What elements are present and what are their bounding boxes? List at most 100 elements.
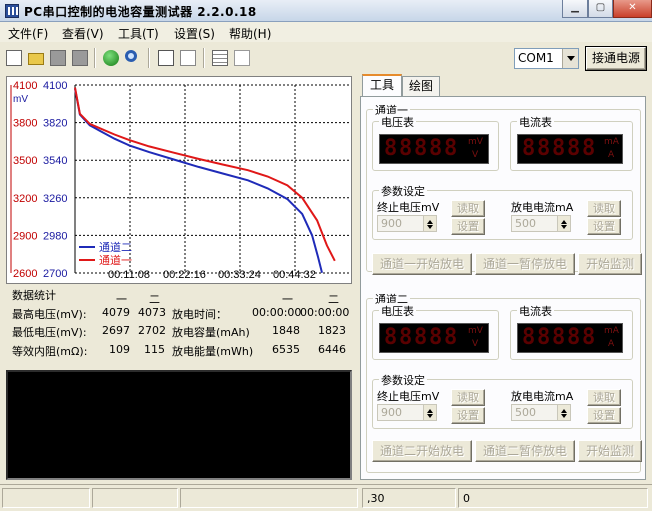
- log-console[interactable]: [6, 370, 352, 480]
- stats-panel: 数据统计 一 二 一 二 最高电压(mV): 4079 4073 放电时间： 0…: [6, 286, 352, 366]
- channel1-voltmeter: 电压表 888 88 mV V: [372, 114, 499, 171]
- discharge-current-input[interactable]: 500: [511, 404, 571, 421]
- chart-bars-icon[interactable]: [231, 47, 253, 69]
- series-line-1: [74, 87, 336, 262]
- spinner-icon[interactable]: [557, 216, 570, 231]
- tab-strip: 工具 绘图: [360, 74, 646, 96]
- read-current-button[interactable]: 读取: [587, 200, 621, 217]
- menu-view[interactable]: 查看(V): [62, 25, 104, 42]
- y-left-tick-5: 2600: [13, 268, 37, 280]
- energy-2: 6446: [318, 343, 346, 356]
- search-icon[interactable]: [122, 47, 144, 69]
- current-display: 888 88 mA A: [517, 134, 623, 164]
- status-field-3: ,30: [362, 488, 456, 508]
- tab-plot[interactable]: 绘图: [402, 76, 440, 96]
- spinner-icon[interactable]: [423, 405, 436, 420]
- set-cutoff-button[interactable]: 设置: [451, 407, 485, 424]
- channel2-params: 参数设定 终止电压mV 900 读取 设置 放电电流mA 500 读取 设置: [372, 372, 633, 429]
- min-voltage-label: 最低电压(mV):: [12, 326, 87, 339]
- cutoff-voltage-label: 终止电压mV: [377, 201, 440, 214]
- y-right-tick-2: 3540: [43, 155, 67, 167]
- stats-col-1: 一: [116, 293, 127, 306]
- spinner-icon[interactable]: [557, 405, 570, 420]
- y-left-tick-1: 3800: [13, 118, 37, 130]
- discharge-chart: 4100 3800 3500 3200 2900 2600 4100 3820 3540 3260…: [6, 76, 352, 284]
- current-unit-a: A: [608, 150, 615, 160]
- stats-col-2b: 二: [328, 293, 339, 306]
- menu-tools[interactable]: 工具(T): [118, 25, 159, 42]
- resistance-label: 等效内阻(mΩ):: [12, 345, 88, 358]
- voltage-unit-v: V: [472, 150, 479, 160]
- read-cutoff-button[interactable]: 读取: [451, 200, 485, 217]
- chart-wave-icon[interactable]: [177, 47, 199, 69]
- maximize-button[interactable]: ▢: [588, 0, 613, 18]
- cutoff-voltage-input[interactable]: 900: [377, 404, 437, 421]
- menu-settings[interactable]: 设置(S): [174, 25, 215, 42]
- menu-file[interactable]: 文件(F): [8, 25, 48, 42]
- x-tick-2: 00:33:24: [218, 269, 261, 281]
- channel1-monitor-button[interactable]: 开始监测: [578, 253, 642, 275]
- stats-col-2: 二: [149, 293, 160, 306]
- channel2-start-button[interactable]: 通道二开始放电: [372, 440, 472, 462]
- set-current-button[interactable]: 设置: [587, 218, 621, 235]
- params-label: 参数设定: [379, 372, 427, 388]
- set-cutoff-button[interactable]: 设置: [451, 218, 485, 235]
- channel1-start-button[interactable]: 通道一开始放电: [372, 253, 472, 275]
- channel2-pause-button[interactable]: 通道二暂停放电: [475, 440, 575, 462]
- status-field-4: 0: [458, 488, 648, 508]
- close-button[interactable]: ✕: [613, 0, 652, 18]
- connect-power-button[interactable]: 接通电源: [585, 46, 647, 71]
- tools-panel: 通道一 电压表 888 88 mV V 电流表 888 88 mA A 参数设定…: [360, 96, 646, 480]
- x-tick-0: 00:11:08: [108, 269, 150, 281]
- legend-label-1: 通道一: [99, 253, 132, 267]
- status-field-1: [2, 488, 90, 508]
- voltage-unit-mv: mV: [468, 326, 483, 336]
- voltmeter-label: 电压表: [379, 114, 416, 130]
- minimize-button[interactable]: ▁: [562, 0, 588, 18]
- voltage-unit-mv: mV: [468, 137, 483, 147]
- spinner-icon[interactable]: [423, 216, 436, 231]
- voltmeter-label: 电压表: [379, 303, 416, 319]
- read-cutoff-button[interactable]: 读取: [451, 389, 485, 406]
- new-file-icon[interactable]: [3, 47, 25, 69]
- voltage-unit-v: V: [472, 339, 479, 349]
- com-port-select[interactable]: COM1: [514, 48, 579, 69]
- y-right-tick-0: 4100: [43, 80, 67, 92]
- resistance-2: 115: [144, 343, 165, 356]
- tab-tools[interactable]: 工具: [362, 74, 402, 96]
- channel2-group: 通道二 电压表 888 88 mV V 电流表 888 88 mA A 参数设定…: [366, 291, 642, 473]
- chart-line-icon[interactable]: [155, 47, 177, 69]
- discharge-current-input[interactable]: 500: [511, 215, 571, 232]
- y-right-tick-4: 2980: [43, 230, 67, 242]
- save-as-icon[interactable]: [69, 47, 91, 69]
- ammeter-label: 电流表: [517, 303, 554, 319]
- cutoff-voltage-input[interactable]: 900: [377, 215, 437, 232]
- connect-green-icon[interactable]: [100, 47, 122, 69]
- chevron-down-icon[interactable]: [562, 49, 578, 68]
- y-unit-label: mV: [13, 94, 28, 105]
- min-voltage-2: 2702: [138, 324, 166, 337]
- read-current-button[interactable]: 读取: [587, 389, 621, 406]
- time-label: 放电时间：: [172, 308, 227, 321]
- energy-1: 6535: [272, 343, 300, 356]
- chart-svg: 4100 3800 3500 3200 2900 2600 4100 3820 3540 3260…: [10, 80, 350, 281]
- y-right-tick-5: 2700: [43, 268, 67, 280]
- status-field-spacer: [180, 488, 358, 508]
- set-current-button[interactable]: 设置: [587, 407, 621, 424]
- capacity-2: 1823: [318, 324, 346, 337]
- channel2-voltmeter: 电压表 888 88 mV V: [372, 303, 499, 360]
- channel2-monitor-button[interactable]: 开始监测: [578, 440, 642, 462]
- menu-help[interactable]: 帮助(H): [229, 25, 271, 42]
- save-icon[interactable]: [47, 47, 69, 69]
- resistance-1: 109: [109, 343, 130, 356]
- channel1-params: 参数设定 终止电压mV 900 读取 设置 放电电流mA 500 读取 设置: [372, 183, 633, 240]
- app-icon: [5, 4, 19, 18]
- discharge-current-label: 放电电流mA: [511, 390, 574, 403]
- table-icon[interactable]: [209, 47, 231, 69]
- open-folder-icon[interactable]: [25, 47, 47, 69]
- current-unit-a: A: [608, 339, 615, 349]
- stats-title: 数据统计: [12, 289, 56, 302]
- params-label: 参数设定: [379, 183, 427, 199]
- discharge-current-label: 放电电流mA: [511, 201, 574, 214]
- channel1-pause-button[interactable]: 通道一暂停放电: [475, 253, 575, 275]
